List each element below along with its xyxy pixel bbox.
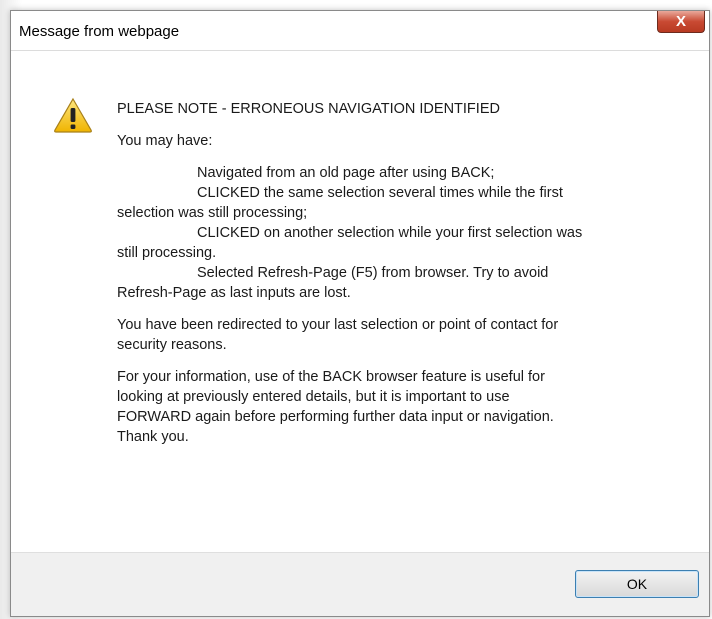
dialog-footer: OK — [11, 552, 709, 616]
dialog-content: PLEASE NOTE - ERRONEOUS NAVIGATION IDENT… — [11, 51, 709, 552]
message-para-3c: FORWARD again before performing further … — [117, 409, 554, 425]
dialog-titlebar[interactable]: Message from webpage X — [11, 11, 709, 51]
message-item-3-cont: still processing. — [117, 245, 217, 261]
message-item-2-cont: selection was still processing; — [117, 205, 308, 221]
ok-button[interactable]: OK — [575, 570, 699, 598]
message-body: PLEASE NOTE - ERRONEOUS NAVIGATION IDENT… — [117, 99, 677, 447]
message-item-4-cont: Refresh-Page as last inputs are lost. — [117, 285, 351, 301]
message-para-3d: Thank you. — [117, 429, 189, 445]
close-icon: X — [675, 13, 686, 30]
message-para-3b: looking at previously entered details, b… — [117, 389, 510, 405]
message-item-1: Navigated from an old page after using B… — [197, 165, 495, 181]
close-button[interactable]: X — [657, 11, 705, 33]
warning-icon — [54, 97, 92, 133]
message-dialog: Message from webpage X PLEASE NOTE - ERR… — [10, 10, 710, 617]
message-item-3: CLICKED on another selection while your … — [197, 225, 583, 241]
message-para-2b: security reasons. — [117, 337, 227, 353]
message-para-2a: You have been redirected to your last se… — [117, 317, 559, 333]
message-item-2: CLICKED the same selection several times… — [197, 185, 563, 201]
message-heading: PLEASE NOTE - ERRONEOUS NAVIGATION IDENT… — [117, 101, 500, 117]
message-intro: You may have: — [117, 133, 213, 149]
message-para-3a: For your information, use of the BACK br… — [117, 369, 545, 385]
message-item-4: Selected Refresh-Page (F5) from browser.… — [197, 265, 549, 281]
dialog-title: Message from webpage — [19, 23, 180, 40]
